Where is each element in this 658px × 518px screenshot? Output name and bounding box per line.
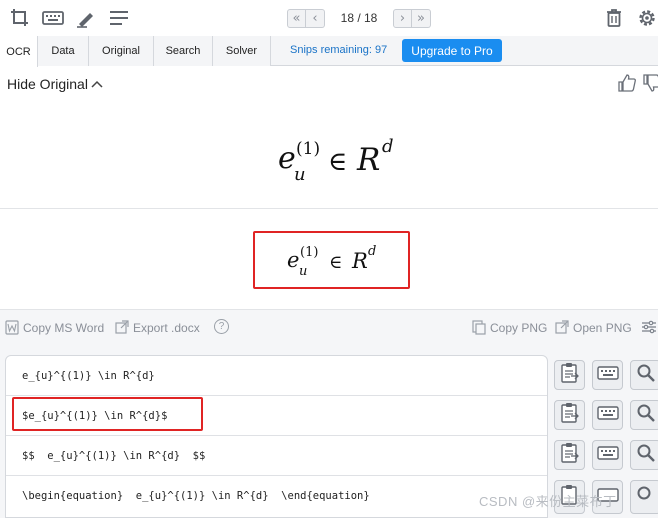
tab-ocr[interactable]: OCR xyxy=(0,36,38,67)
search-button[interactable] xyxy=(630,480,658,514)
copy-png-label: Copy PNG xyxy=(490,320,548,335)
hide-original-toggle[interactable]: Hide Original xyxy=(7,76,104,92)
tab-search[interactable]: Search xyxy=(154,36,213,66)
top-toolbar: « ‹ 18 / 18 › » xyxy=(0,0,658,36)
rendered-math-set: R xyxy=(351,249,368,273)
thumbs-down-icon[interactable] xyxy=(642,73,658,93)
watermark: CSDN @来份主菜布丁 xyxy=(479,494,617,509)
hide-original-label: Hide Original xyxy=(7,76,88,92)
page-counter: 18 / 18 xyxy=(340,11,378,25)
highlight-box xyxy=(12,397,203,431)
orig-math-set-sup: d xyxy=(382,136,394,157)
latex-row-plain[interactable]: e_{u}^{(1)} \in R^{d} xyxy=(6,356,547,396)
copy-ms-word-label: Copy MS Word xyxy=(23,320,105,335)
action-bar: Copy MS Word Export .docx ? Copy PNG Ope… xyxy=(0,310,658,344)
rendered-math-sub: u xyxy=(299,264,307,279)
rendered-math-set-sup: d xyxy=(368,244,376,259)
rendered-formula: e (1) u ∈ R d xyxy=(253,231,410,289)
tab-original[interactable]: Original xyxy=(89,36,154,66)
copy-png-button[interactable]: Copy PNG xyxy=(472,320,547,335)
search-button[interactable] xyxy=(630,400,658,430)
tab-bar: OCR Data Original Search Solver Snips re… xyxy=(0,36,658,67)
open-png-label: Open PNG xyxy=(573,320,632,335)
pager: « ‹ 18 / 18 › » xyxy=(287,8,431,28)
copy-icon xyxy=(472,320,486,335)
upgrade-button[interactable]: Upgrade to Pro xyxy=(402,39,502,62)
keyboard-icon xyxy=(596,445,619,465)
keyboard-insert-button[interactable] xyxy=(592,440,623,470)
chevron-up-icon xyxy=(90,76,104,92)
prev-page-button[interactable]: ‹ xyxy=(306,8,325,28)
latex-row-equation[interactable]: \begin{equation} e_{u}^{(1)} \in R^{d} \… xyxy=(6,476,547,516)
latex-row-display[interactable]: $$ e_{u}^{(1)} \in R^{d} $$ xyxy=(6,436,547,476)
copy-ms-word-button[interactable]: Copy MS Word xyxy=(5,320,104,335)
clipboard-icon xyxy=(560,362,580,389)
export-docx-button[interactable]: Export .docx xyxy=(115,320,200,335)
rendered-math-sup: (1) xyxy=(300,245,318,260)
next-page-button[interactable]: › xyxy=(393,8,412,28)
keyboard-insert-button[interactable] xyxy=(592,360,623,390)
thumbs-up-icon[interactable] xyxy=(617,73,637,93)
keyboard-icon xyxy=(596,405,619,425)
keyboard-icon[interactable] xyxy=(42,7,64,29)
clipboard-icon xyxy=(560,402,580,429)
search-button[interactable] xyxy=(630,360,658,390)
pen-icon[interactable] xyxy=(75,7,97,29)
menu-lines-icon[interactable] xyxy=(108,7,130,29)
orig-math-sub: u xyxy=(294,164,306,185)
export-docx-label: Export .docx xyxy=(133,320,200,335)
paste-button[interactable] xyxy=(554,360,585,390)
search-icon xyxy=(636,485,656,510)
snips-remaining: Snips remaining: 97 xyxy=(290,44,388,56)
orig-math-set: R xyxy=(356,142,380,178)
tab-data[interactable]: Data xyxy=(38,36,89,66)
help-icon: ? xyxy=(214,319,229,334)
search-icon xyxy=(636,403,656,428)
rendered-math-base: e xyxy=(287,248,299,272)
first-page-button[interactable]: « xyxy=(287,8,306,28)
sliders-settings-button[interactable] xyxy=(641,320,657,337)
search-icon xyxy=(636,363,656,388)
original-formula-image: e (1) u ∈ R d xyxy=(270,128,398,186)
keyboard-insert-button[interactable] xyxy=(592,400,623,430)
divider xyxy=(0,208,658,209)
help-button[interactable]: ? xyxy=(214,319,229,334)
open-png-button[interactable]: Open PNG xyxy=(555,320,632,335)
clipboard-icon xyxy=(560,442,580,469)
search-icon xyxy=(636,443,656,468)
search-button[interactable] xyxy=(630,440,658,470)
rendered-math-op: ∈ xyxy=(329,252,342,273)
word-icon xyxy=(5,320,19,335)
last-page-button[interactable]: » xyxy=(412,8,431,28)
external-link-icon xyxy=(555,320,569,335)
paste-button[interactable] xyxy=(554,440,585,470)
crop-icon[interactable] xyxy=(9,7,31,29)
tab-solver[interactable]: Solver xyxy=(213,36,271,66)
orig-math-sup: (1) xyxy=(296,139,320,159)
trash-icon[interactable] xyxy=(603,7,625,29)
paste-button[interactable] xyxy=(554,400,585,430)
keyboard-icon xyxy=(596,365,619,385)
external-link-icon xyxy=(115,320,129,335)
latex-results-list: e_{u}^{(1)} \in R^{d} $e_{u}^{(1)} \in R… xyxy=(5,355,548,518)
gear-icon[interactable] xyxy=(636,7,658,29)
orig-math-op: ∈ xyxy=(328,147,347,177)
sliders-icon xyxy=(641,320,657,337)
